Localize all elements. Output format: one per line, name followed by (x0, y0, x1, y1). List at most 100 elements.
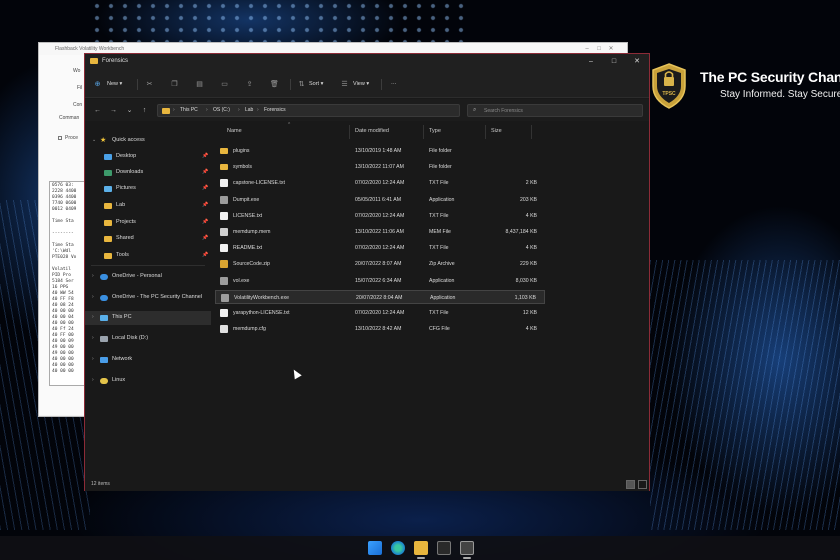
sidebar-item-local-disk[interactable]: › Local Disk (D:) (85, 332, 211, 346)
sort-button[interactable]: Sort ▾ (309, 79, 323, 90)
file-name: Dumpit.exe (233, 196, 260, 203)
cfg-file-icon (220, 325, 228, 334)
file-row[interactable]: SourceCode.zip 20/07/2022 8:07 AM Zip Arch… (215, 257, 545, 271)
svg-text:TPSC: TPSC (662, 91, 676, 97)
chevron-right-icon[interactable]: › (92, 273, 94, 279)
minimize-button[interactable]: – (585, 57, 597, 67)
address-bar[interactable]: › This PC › OS (C:) › Lab › Forensics ⌄ … (157, 104, 524, 117)
file-row[interactable]: Dumpit.exe 05/05/2011 6:41 AM Application 2… (215, 193, 545, 207)
close-button[interactable]: ✕ (631, 57, 643, 67)
breadcrumb-forensics[interactable]: Forensics (264, 107, 286, 113)
edge-icon[interactable] (391, 541, 405, 555)
sidebar-item-tools[interactable]: Tools 📌 (85, 249, 211, 263)
sidebar-item-pictures[interactable]: Pictures 📌 (85, 182, 211, 196)
column-header-date[interactable]: Date modified (355, 128, 389, 134)
maximize-button[interactable]: □ (608, 57, 620, 67)
file-date-modified: 05/05/2011 6:41 AM (355, 196, 402, 203)
windows-start-icon[interactable] (368, 541, 382, 555)
sidebar-item-onedrive-personal[interactable]: › OneDrive - Personal (85, 270, 211, 284)
workbench-label: Wo (73, 68, 81, 74)
file-row[interactable]: memdump.cfg 13/10/2022 8:42 AM CFG File 4 K… (215, 322, 545, 336)
search-input[interactable] (484, 107, 634, 115)
file-row[interactable]: LICENSE.txt 07/02/2020 12:24 AM TXT File 4 … (215, 209, 545, 223)
forward-arrow-icon[interactable]: → (109, 106, 118, 115)
sidebar-item-onedrive-channel[interactable]: › OneDrive - The PC Security Channel (85, 291, 211, 305)
file-list: ⌃ Name Date modified Type Size plugins 13… (215, 122, 649, 479)
file-date-modified: 07/02/2020 12:24 AM (355, 212, 405, 219)
chevron-right-icon[interactable]: › (92, 314, 94, 320)
sidebar-item-network[interactable]: › Network (85, 353, 211, 367)
chevron-right-icon[interactable]: › (92, 335, 94, 341)
file-row[interactable]: vol.exe 15/07/2022 6:34 AM Application 8,03… (215, 274, 545, 288)
folder-icon (90, 58, 98, 64)
paste-icon[interactable]: ▤ (195, 80, 204, 89)
file-date-modified: 13/10/2022 8:42 AM (355, 326, 402, 333)
file-row[interactable]: symbols 13/10/2022 11:07 AM File folder (215, 160, 545, 174)
file-date-modified: 07/02/2020 12:24 AM (355, 180, 405, 187)
volatility-workbench-icon[interactable] (460, 541, 474, 555)
sidebar-item-linux[interactable]: › Linux (85, 374, 211, 388)
file-explorer-window[interactable]: Forensics – □ ✕ ⊕ New ▾ ✂ ❐ ▤ ▭ ⇪ 🗑 ⇅ So… (84, 53, 650, 491)
workbench-console-output[interactable]: 0576 03: 2228 4400 0396 4400 7740 0600 0… (49, 181, 87, 386)
breadcrumb-drive[interactable]: OS (C:) (213, 107, 230, 113)
sidebar-item-desktop[interactable]: Desktop 📌 (85, 150, 211, 164)
file-type: Zip Archive (429, 261, 455, 268)
close-icon[interactable]: ✕ (605, 45, 617, 52)
recent-locations-icon[interactable]: ⌄ (125, 106, 134, 115)
file-row[interactable]: VolatilityWorkbench.exe 20/07/2022 8:04 A… (215, 289, 545, 304)
workbench-label: Comman (59, 115, 80, 121)
sidebar-item-lab[interactable]: Lab 📌 (85, 199, 211, 213)
file-row[interactable]: plugins 13/10/2019 1:48 AM File folder (215, 144, 545, 158)
process-checkbox[interactable] (58, 136, 62, 140)
file-explorer-icon[interactable] (414, 541, 428, 555)
maximize-icon[interactable]: □ (593, 46, 605, 52)
terminal-icon[interactable] (437, 541, 451, 555)
pin-icon: 📌 (202, 219, 209, 225)
sidebar-item-this-pc[interactable]: › This PC (85, 311, 211, 325)
sidebar-item-projects[interactable]: Projects 📌 (85, 216, 211, 230)
title-bar[interactable]: Forensics – □ ✕ (85, 54, 649, 70)
search-box[interactable]: ⌕ (467, 104, 643, 117)
delete-icon[interactable]: 🗑 (270, 80, 279, 89)
breadcrumb-this-pc[interactable]: This PC (180, 107, 198, 113)
file-type: CFG File (429, 326, 450, 333)
sidebar-item-downloads[interactable]: Downloads 📌 (85, 166, 211, 180)
file-row[interactable]: capstone-LICENSE.txt 07/02/2020 12:24 AM T… (215, 176, 545, 190)
sidebar-item-shared[interactable]: Shared 📌 (85, 232, 211, 246)
channel-title: The PC Security Chann (700, 69, 840, 85)
cut-icon[interactable]: ✂ (145, 80, 154, 89)
details-view-icon[interactable] (626, 480, 635, 489)
wallpaper-fiber-optics (650, 260, 840, 530)
column-header-size[interactable]: Size (491, 128, 502, 134)
rename-icon[interactable]: ▭ (220, 80, 229, 89)
file-type: Application (430, 294, 456, 301)
new-button[interactable]: New ▾ (107, 79, 122, 90)
chevron-right-icon[interactable]: › (92, 294, 94, 300)
more-options-button[interactable]: ··· (391, 79, 397, 90)
chevron-right-icon[interactable]: › (92, 356, 94, 362)
txt-file-icon (220, 309, 228, 317)
file-name: memdump.cfg (233, 326, 266, 333)
file-size: 4 KB (525, 212, 537, 219)
shield-logo-icon: TPSC (652, 63, 686, 109)
file-type: Application (429, 277, 455, 284)
file-row[interactable]: README.txt 07/02/2020 12:24 AM TXT File 4 K… (215, 241, 545, 255)
sidebar-item-quick-access[interactable]: ⌄ ★ Quick access (85, 134, 211, 148)
chevron-right-icon[interactable]: › (92, 377, 94, 383)
file-row[interactable]: yarapython-LICENSE.txt 07/02/2020 12:24 A… (215, 306, 545, 320)
view-button[interactable]: View ▾ (353, 79, 369, 90)
back-arrow-icon[interactable]: ← (93, 106, 102, 115)
file-type: TXT File (429, 245, 449, 252)
column-header-name[interactable]: Name (227, 128, 242, 134)
file-row[interactable]: memdump.mem 13/10/2022 11:06 AM MEM File 8,… (215, 225, 545, 239)
file-date-modified: 20/07/2022 8:04 AM (356, 294, 403, 301)
up-arrow-icon[interactable]: ↑ (140, 106, 149, 115)
column-header-type[interactable]: Type (429, 128, 441, 134)
tiles-view-icon[interactable] (638, 480, 647, 489)
chevron-down-icon[interactable]: ⌄ (92, 137, 96, 143)
minimize-icon[interactable]: – (581, 46, 593, 52)
breadcrumb-lab[interactable]: Lab (245, 107, 253, 113)
copy-icon[interactable]: ❐ (170, 80, 179, 89)
file-size: 12 KB (522, 310, 537, 316)
share-icon[interactable]: ⇪ (245, 80, 254, 89)
